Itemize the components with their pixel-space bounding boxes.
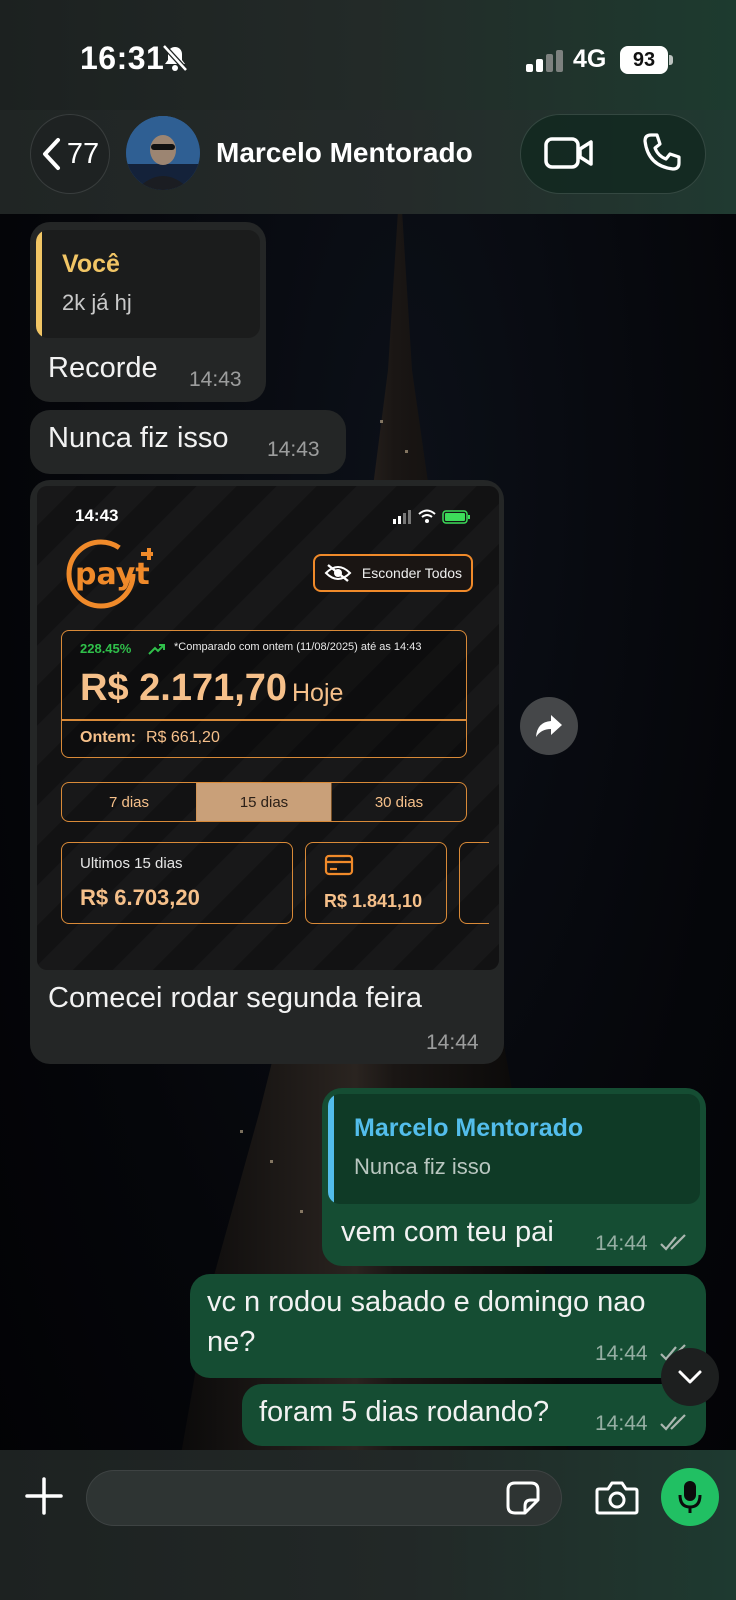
video-call-icon[interactable] — [544, 136, 594, 170]
yesterday-label: Ontem: — [80, 729, 136, 746]
message-text-line-2: ne? — [207, 1326, 256, 1358]
message-time: 14:43 — [267, 438, 320, 461]
battery-indicator: 93 — [620, 46, 668, 74]
message-time: 14:44 — [595, 1412, 648, 1435]
last-15-days-card: Ultimos 15 dias R$ 6.703,20 — [61, 842, 293, 924]
camera-icon[interactable] — [595, 1480, 639, 1516]
bell-slash-icon — [162, 44, 188, 72]
chat-header: 77 Marcelo Mentorado — [0, 110, 736, 214]
double-check-icon — [660, 1234, 686, 1251]
quote-author: Você — [62, 250, 120, 278]
today-value: R$ 2.171,70 — [80, 667, 288, 709]
message-time: 14:43 — [189, 368, 242, 391]
period-7-days[interactable]: 7 dias — [62, 783, 196, 821]
microphone-icon — [678, 1481, 702, 1513]
change-percent: 228.45% — [80, 641, 132, 656]
voice-message-button[interactable] — [661, 1468, 719, 1526]
reply-quote[interactable]: Você 2k já hj — [36, 230, 260, 338]
image-attachment[interactable]: 14:43 payt Esconder Todos 228.45% *Compa… — [37, 486, 499, 970]
next-card-peek — [459, 842, 489, 924]
status-bar: 16:31 4G 93 — [0, 0, 736, 110]
quote-bar — [328, 1094, 334, 1204]
trend-up-icon — [148, 644, 165, 655]
period-selector: 7 dias 15 dias 30 dias — [61, 782, 467, 822]
eye-slash-icon — [324, 564, 352, 582]
double-check-icon — [660, 1414, 686, 1431]
screenshot-status-icons — [393, 509, 470, 524]
last-15-days-value: R$ 6.703,20 — [80, 885, 200, 910]
back-button[interactable]: 77 — [30, 114, 110, 194]
payt-logo: payt — [66, 539, 153, 609]
plus-icon[interactable] — [24, 1476, 64, 1516]
quote-author: Marcelo Mentorado — [354, 1114, 584, 1142]
contact-name[interactable]: Marcelo Mentorado — [216, 137, 473, 169]
card-payments-card: R$ 1.841,10 — [305, 842, 447, 924]
message-text: Recorde — [48, 352, 158, 384]
yesterday-value: R$ 661,20 — [146, 729, 220, 746]
screenshot-status-time: 14:43 — [75, 506, 119, 525]
chevron-left-icon — [42, 138, 60, 170]
forward-icon — [536, 715, 562, 737]
chevron-down-icon — [678, 1370, 702, 1384]
svg-text:payt: payt — [75, 557, 150, 592]
reply-quote[interactable]: Marcelo Mentorado Nunca fiz isso — [328, 1094, 700, 1204]
voice-call-icon[interactable] — [642, 132, 682, 172]
divider — [62, 719, 466, 721]
quote-bar — [36, 230, 42, 338]
message-time: 14:44 — [426, 1031, 479, 1054]
message-text: foram 5 dias rodando? — [259, 1396, 550, 1428]
message-text: Nunca fiz isso — [48, 422, 229, 454]
message-composer — [0, 1450, 736, 1600]
message-time: 14:44 — [595, 1232, 648, 1255]
quote-text: Nunca fiz isso — [354, 1154, 491, 1179]
quote-text: 2k já hj — [62, 290, 132, 315]
message-text-line-1: vc n rodou sabado e domingo nao — [207, 1286, 646, 1318]
period-15-days[interactable]: 15 dias — [196, 783, 331, 821]
forward-button[interactable] — [520, 697, 578, 755]
message-input[interactable] — [86, 1470, 562, 1526]
sticker-icon[interactable] — [505, 1480, 541, 1516]
cellular-signal-icon — [526, 50, 563, 72]
compare-note: *Comparado com ontem (11/08/2025) até as… — [174, 641, 422, 653]
avatar-image — [126, 116, 200, 190]
contact-avatar[interactable] — [126, 116, 200, 190]
message-text: vem com teu pai — [341, 1216, 554, 1248]
card-payments-value: R$ 1.841,10 — [324, 891, 423, 911]
today-label: Hoje — [292, 679, 344, 707]
scroll-to-bottom-button[interactable] — [661, 1348, 719, 1406]
credit-card-icon — [324, 854, 354, 876]
image-caption: Comecei rodar segunda feira — [48, 982, 422, 1014]
battery-nub — [669, 55, 673, 65]
network-type: 4G — [573, 45, 607, 73]
message-time: 14:44 — [595, 1342, 648, 1365]
last-15-days-label: Ultimos 15 dias — [80, 855, 183, 872]
today-summary-card: 228.45% *Comparado com ontem (11/08/2025… — [61, 630, 467, 758]
period-30-days[interactable]: 30 dias — [331, 783, 466, 821]
unread-count: 77 — [66, 137, 100, 170]
hide-all-label: Esconder Todos — [361, 565, 463, 581]
status-time: 16:31 — [80, 40, 165, 76]
hide-all-button[interactable]: Esconder Todos — [313, 554, 473, 592]
